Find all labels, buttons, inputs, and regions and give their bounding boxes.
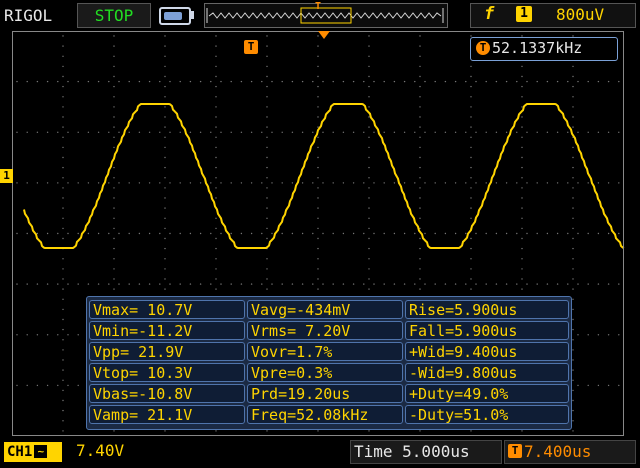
- meas-freq: Freq=52.08kHz: [247, 405, 403, 424]
- meas-rise: Rise=5.900us: [405, 300, 569, 319]
- meas-vrms: Vrms= 7.20V: [247, 321, 403, 340]
- horizontal-offset-icon: T: [508, 444, 522, 458]
- measurement-row: Vmin=-11.2V Vrms= 7.20V Fall=5.900us: [87, 320, 571, 341]
- ch1-volts-per-div: 7.40V: [76, 441, 125, 460]
- frequency-counter-icon: T: [476, 41, 490, 55]
- meas-neg-width: -Wid=9.800us: [405, 363, 569, 382]
- ch1-label: CH1: [7, 444, 33, 460]
- meas-vbas: Vbas=-10.8V: [89, 384, 245, 403]
- meas-vovr: Vovr=1.7%: [247, 342, 403, 361]
- meas-period: Prd=19.20us: [247, 384, 403, 403]
- measurement-row: Vamp= 21.1V Freq=52.08kHz -Duty=51.0%: [87, 404, 571, 425]
- measurement-panel: Vmax= 10.7V Vavg=-434mV Rise=5.900us Vmi…: [86, 296, 572, 430]
- meas-vavg: Vavg=-434mV: [247, 300, 403, 319]
- meas-vamp: Vamp= 21.1V: [89, 405, 245, 424]
- ch1-ground-marker[interactable]: 1: [0, 169, 13, 183]
- meas-neg-duty: -Duty=51.0%: [405, 405, 569, 424]
- measurement-row: Vbas=-10.8V Prd=19.20us +Duty=49.0%: [87, 383, 571, 404]
- trigger-position-arrow[interactable]: [318, 31, 330, 39]
- measurement-row: Vpp= 21.9V Vovr=1.7% +Wid=9.400us: [87, 341, 571, 362]
- meas-vtop: Vtop= 10.3V: [89, 363, 245, 382]
- timebase-value: Time 5.000us: [354, 442, 470, 461]
- frequency-counter-value: 52.1337kHz: [492, 39, 583, 57]
- horizontal-offset-value: 7.400us: [524, 442, 592, 461]
- meas-pos-duty: +Duty=49.0%: [405, 384, 569, 403]
- ac-coupling-icon: ~: [34, 445, 48, 458]
- meas-pos-width: +Wid=9.400us: [405, 342, 569, 361]
- meas-vmax: Vmax= 10.7V: [89, 300, 245, 319]
- measurement-row: Vmax= 10.7V Vavg=-434mV Rise=5.900us: [87, 299, 571, 320]
- measurement-row: Vtop= 10.3V Vpre=0.3% -Wid=9.800us: [87, 362, 571, 383]
- ch1-channel-tag[interactable]: CH1 ~: [4, 442, 62, 462]
- meas-vpp: Vpp= 21.9V: [89, 342, 245, 361]
- meas-vmin: Vmin=-11.2V: [89, 321, 245, 340]
- trigger-marker-icon[interactable]: T: [244, 40, 258, 54]
- meas-fall: Fall=5.900us: [405, 321, 569, 340]
- meas-vpre: Vpre=0.3%: [247, 363, 403, 382]
